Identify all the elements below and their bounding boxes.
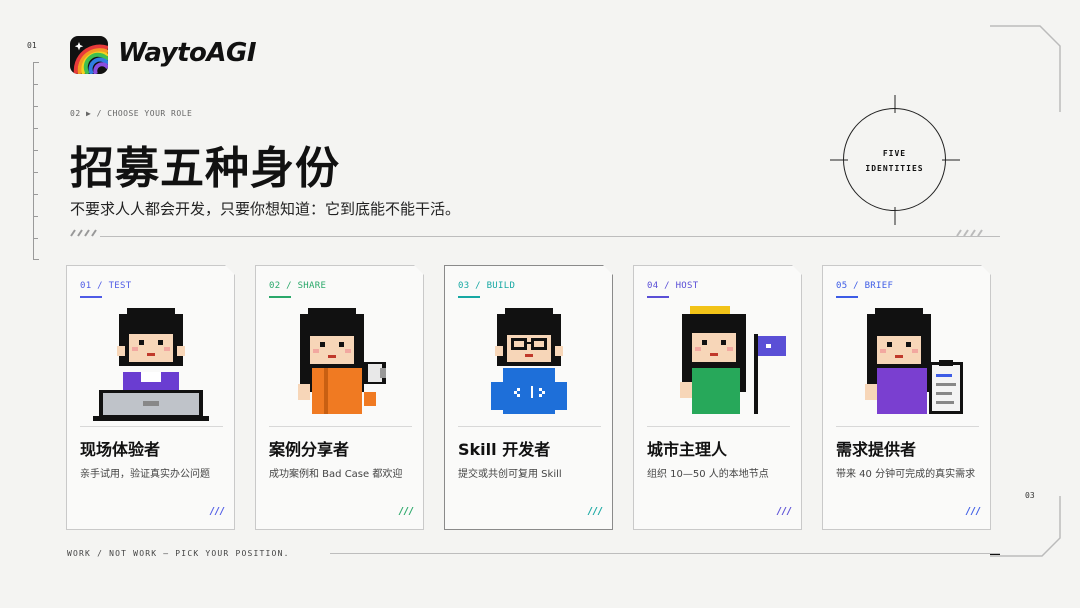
ruler-tick (33, 128, 38, 129)
card-divider (836, 426, 979, 427)
card-description: 组织 10—50 人的本地节点 (647, 469, 769, 480)
developer-code-avatar-icon (457, 306, 602, 421)
corner-frame-top-right (990, 25, 1061, 112)
card-accent-line (647, 296, 669, 298)
card-accent-line (269, 296, 291, 298)
role-card-share[interactable]: 02 / SHARE 案例分享者 成功案例和 Bad Case 都欢迎 /// (255, 265, 424, 530)
card-slash-mark: /// (775, 506, 791, 517)
card-divider (647, 426, 790, 427)
card-tag: 01 / TEST (80, 281, 132, 291)
card-accent-line (458, 296, 480, 298)
card-divider (80, 426, 223, 427)
role-card-brief[interactable]: 05 / BRIEF 需求提供者 带来 40 分钟可完成的真实需求 /// (822, 265, 991, 530)
circle-label: FIVE IDENTITIES (843, 146, 946, 176)
circle-label-line-1: FIVE (882, 149, 907, 158)
ruler-tick (33, 106, 38, 107)
brand-name: WaytoAGI (118, 38, 257, 68)
card-divider (269, 426, 412, 427)
page-title: 招募五种身份 (70, 143, 340, 194)
footer-rule (330, 553, 1000, 554)
divider-hatch-right (956, 229, 983, 237)
divider-line (100, 236, 1000, 237)
card-tag: 02 / SHARE (269, 281, 327, 291)
page-subtitle: 不要求人人都会开发，只要你想知道：它到底能不能干活。 (70, 200, 461, 218)
brief-clipboard-avatar-icon (835, 306, 980, 421)
card-description: 带来 40 分钟可完成的真实需求 (836, 469, 976, 480)
footer-tagline: WORK / NOT WORK — PICK YOUR POSITION. (67, 549, 290, 558)
role-card-host[interactable]: 04 / HOST 城市主理人 组织 10—50 人的本地节点 /// (633, 265, 802, 530)
card-title: 城市主理人 (647, 440, 728, 459)
ruler-tick (33, 238, 38, 239)
card-description: 亲手试用，验证真实办公问题 (80, 469, 210, 480)
card-title: Skill 开发者 (458, 440, 551, 459)
corner-frame-bottom-right (990, 496, 1061, 557)
ruler-tick (33, 84, 38, 85)
ruler-tick (33, 150, 38, 151)
sharer-megaphone-avatar-icon (268, 306, 413, 421)
card-slash-mark: /// (586, 506, 602, 517)
card-tag: 04 / HOST (647, 281, 699, 291)
role-card-build[interactable]: 03 / BUILD Skill 开发者 提交或共创可复用 Skill /// (444, 265, 613, 530)
card-slash-mark: /// (964, 506, 980, 517)
circle-label-line-2: IDENTITIES (865, 164, 924, 173)
card-tag: 05 / BRIEF (836, 281, 894, 291)
card-description: 提交或共创可复用 Skill (458, 469, 562, 480)
card-tag: 03 / BUILD (458, 281, 516, 291)
tester-laptop-avatar-icon (79, 306, 224, 421)
role-card-test[interactable]: 01 / TEST 现场体验者 亲手试用，验证真实办公问题 /// (66, 265, 235, 530)
card-accent-line (80, 296, 102, 298)
ruler-tick (33, 62, 39, 63)
ruler-tick (33, 216, 38, 217)
card-divider (458, 426, 601, 427)
ruler-tick (33, 194, 38, 195)
ruler-tick (33, 259, 39, 260)
divider-hatch-left (70, 229, 97, 237)
card-slash-mark: /// (208, 506, 224, 517)
ruler-tick (33, 172, 38, 173)
card-accent-line (836, 296, 858, 298)
breadcrumb: 02 ▶ / CHOOSE YOUR ROLE (70, 109, 193, 118)
card-title: 现场体验者 (80, 440, 161, 459)
rainbow-logo-icon (70, 36, 108, 74)
card-slash-mark: /// (397, 506, 413, 517)
left-ruler (33, 62, 34, 260)
card-description: 成功案例和 Bad Case 都欢迎 (269, 469, 403, 480)
page-number-top: 01 (27, 41, 37, 50)
host-flag-avatar-icon (646, 306, 791, 421)
card-title: 需求提供者 (836, 440, 917, 459)
card-title: 案例分享者 (269, 440, 350, 459)
